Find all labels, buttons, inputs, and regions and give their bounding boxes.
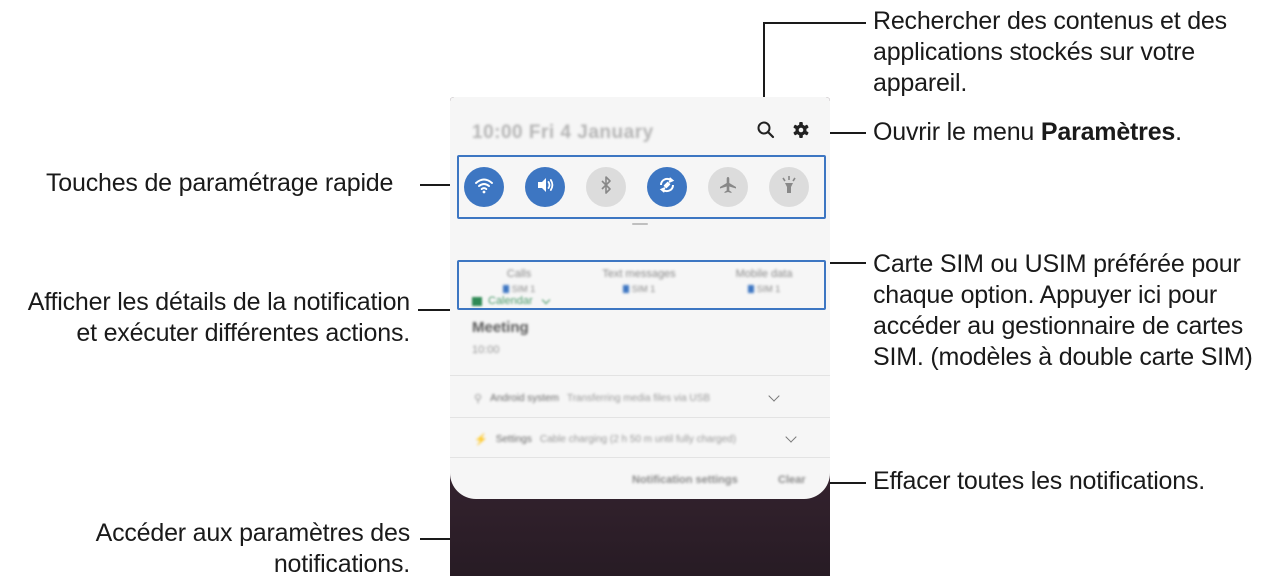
callout-sim-line: SIM. (modèles à double carte SIM): [873, 343, 1253, 371]
calendar-event-title: Meeting: [472, 319, 529, 336]
callout-notif-settings-line: notifications.: [273, 550, 410, 578]
gear-icon[interactable]: [790, 119, 812, 141]
search-icon[interactable]: [755, 119, 777, 141]
callout-details-line: Afficher les détails de la notification: [27, 288, 410, 316]
wifi-icon: [473, 174, 495, 201]
sim-mobile-data[interactable]: Mobile data SIM 1: [729, 268, 799, 294]
sim-calls-label: Calls: [506, 268, 532, 280]
leader-sim: [830, 262, 866, 264]
sim-slot-label: SIM 1: [756, 284, 781, 294]
callout-notif-settings-line: Accéder aux paramètres des: [95, 519, 411, 547]
sim-card-icon: [502, 285, 509, 293]
callout-search-line: applications stockés sur votre: [873, 38, 1195, 66]
divider: [450, 417, 830, 418]
chevron-down-icon[interactable]: [785, 431, 797, 443]
callout-search-line: appareil.: [873, 69, 968, 97]
usb-icon: ⚲: [474, 393, 483, 405]
divider: [450, 375, 830, 376]
divider: [450, 457, 830, 458]
chevron-down-icon[interactable]: [541, 295, 550, 304]
callout-sim-line: chaque option. Appuyer ici pour: [873, 281, 1218, 309]
notification-calendar[interactable]: Calendar Meeting 10:00: [472, 295, 812, 356]
sim-card-icon: [747, 285, 754, 293]
callout-settings-prefix: Ouvrir le menu: [873, 118, 1041, 146]
callout-quick-settings-text: Touches de paramétrage rapide: [46, 169, 394, 197]
bluetooth-icon: [595, 174, 617, 201]
sim-data-slot: SIM 1: [729, 284, 799, 294]
callout-search: Rechercher des contenus et des applicati…: [873, 6, 1227, 99]
notification-settings-button[interactable]: Notification settings: [632, 474, 738, 486]
tile-bluetooth[interactable]: [586, 167, 626, 207]
sim-text-label: Text messages: [602, 268, 676, 280]
sim-slot-label: SIM 1: [631, 284, 656, 294]
callout-notification-settings: Accéder aux paramètres des notifications…: [95, 518, 411, 580]
notif2-app: Settings: [495, 434, 532, 445]
callout-quick-settings: Touches de paramétrage rapide: [46, 168, 393, 199]
sim-card-icon: [622, 285, 629, 293]
leader-search-h: [763, 22, 866, 24]
calendar-event-time: 10:00: [472, 344, 500, 356]
sim-data-label: Mobile data: [735, 268, 793, 280]
sim-slot-label: SIM 1: [511, 284, 536, 294]
notification-settings-charging[interactable]: ⚡ Settings Cable charging (2 h 50 m unti…: [474, 433, 736, 446]
panel-datetime: 10:00 Fri 4 January: [472, 122, 654, 143]
callout-clear: Effacer toutes les notifications.: [873, 466, 1205, 497]
notification-android-system[interactable]: ⚲ Android system Transferring media file…: [474, 392, 710, 405]
notif1-text: Transferring media files via USB: [566, 393, 710, 404]
calendar-header: Calendar: [472, 295, 812, 307]
callout-notification-details: Afficher les détails de la notification …: [28, 287, 410, 349]
quick-settings-bar: [457, 155, 826, 219]
notification-panel: 10:00 Fri 4 January Calls SIM 1 Text mes…: [450, 97, 830, 499]
notif1-app: Android system: [490, 393, 559, 404]
chevron-down-icon[interactable]: [768, 390, 780, 402]
sim-calls-slot: SIM 1: [489, 284, 549, 294]
sim-text-messages[interactable]: Text messages SIM 1: [594, 268, 684, 294]
phone-screen: 10:00 Fri 4 January Calls SIM 1 Text mes…: [450, 97, 830, 576]
charging-icon: ⚡: [474, 434, 488, 446]
airplane-icon: [717, 174, 739, 201]
notif2-text: Cable charging (2 h 50 m until fully cha…: [539, 434, 737, 445]
callout-clear-text: Effacer toutes les notifications.: [873, 467, 1206, 495]
calendar-icon: [472, 296, 482, 306]
tile-wifi[interactable]: [464, 167, 504, 207]
callout-sim-line: Carte SIM ou USIM préférée pour: [873, 250, 1241, 278]
tile-sound[interactable]: [525, 167, 565, 207]
callout-sim-line: accéder au gestionnaire de cartes: [873, 312, 1244, 340]
callout-sim: Carte SIM ou USIM préférée pour chaque o…: [873, 249, 1253, 373]
sim-text-slot: SIM 1: [594, 284, 684, 294]
tile-auto-rotate[interactable]: [647, 167, 687, 207]
calendar-app-name: Calendar: [488, 295, 533, 307]
sound-icon: [534, 174, 556, 201]
auto-rotate-icon: [656, 174, 678, 201]
tile-flashlight[interactable]: [769, 167, 809, 207]
callout-search-line: Rechercher des contenus et des: [873, 7, 1227, 35]
callout-details-line: et exécuter différentes actions.: [76, 319, 410, 347]
callout-settings-bold: Paramètres: [1040, 118, 1176, 146]
callout-settings: Ouvrir le menu Paramètres.: [873, 117, 1182, 148]
clear-button[interactable]: Clear: [778, 474, 806, 486]
sim-calls[interactable]: Calls SIM 1: [489, 268, 549, 294]
callout-settings-suffix: .: [1175, 118, 1182, 146]
flashlight-icon: [778, 174, 800, 201]
panel-expand-handle[interactable]: [632, 223, 648, 225]
tile-airplane[interactable]: [708, 167, 748, 207]
